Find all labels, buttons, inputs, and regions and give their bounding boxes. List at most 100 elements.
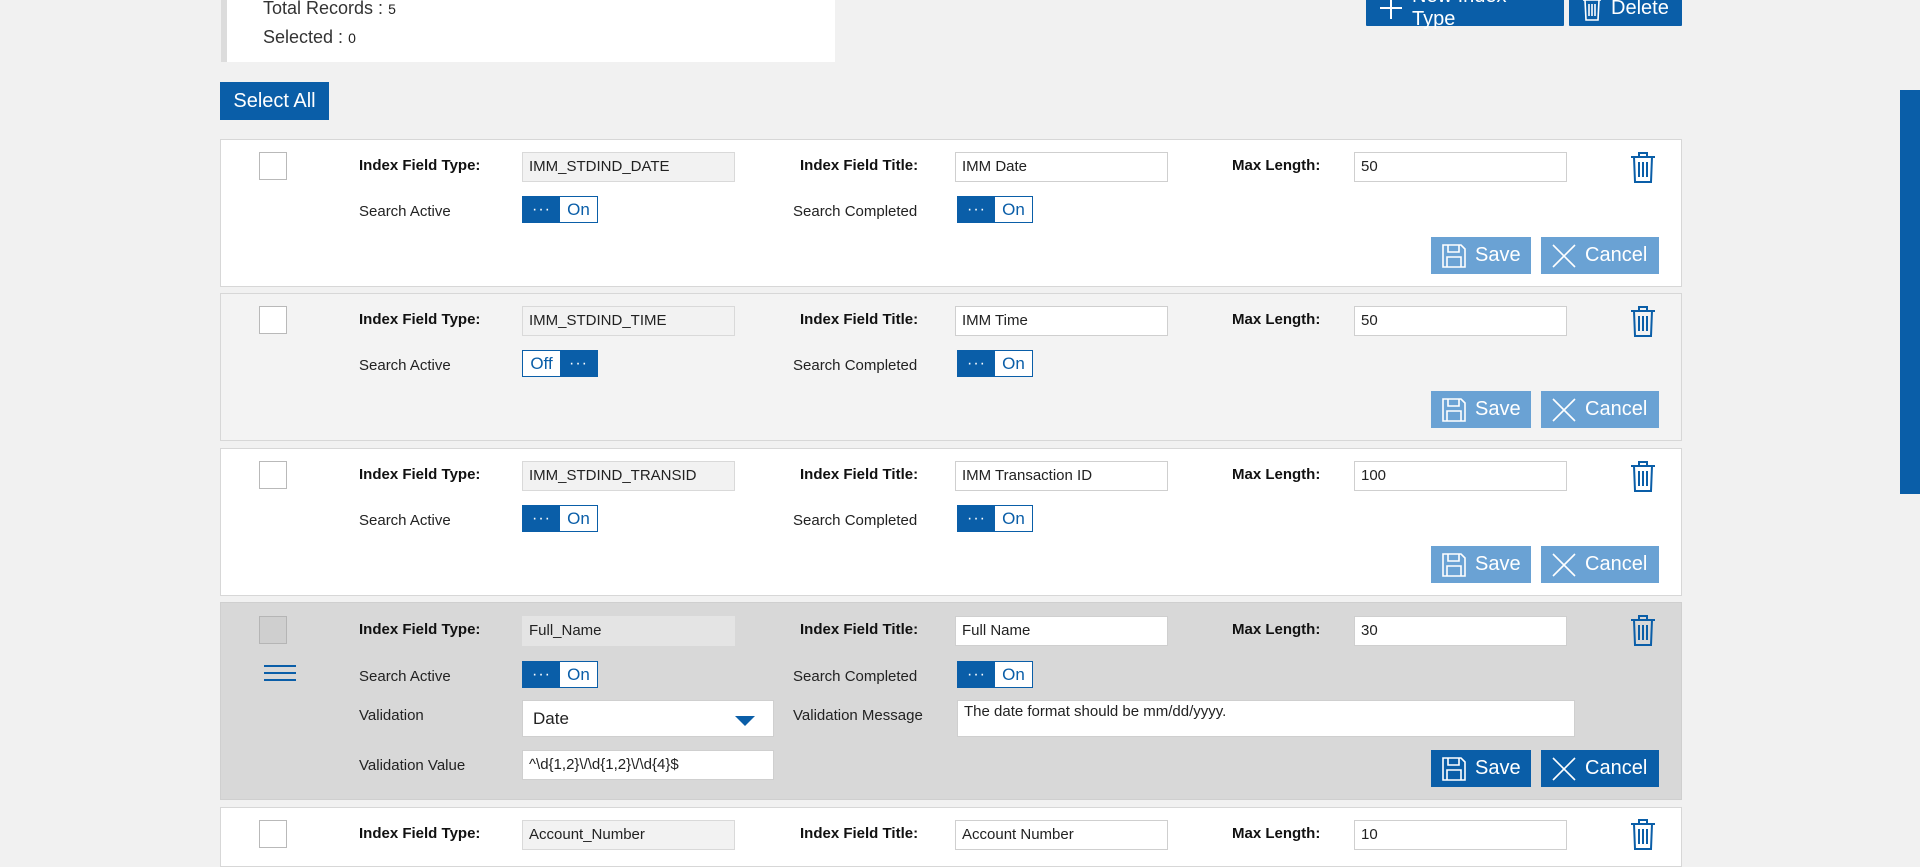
- search-completed-toggle[interactable]: ··· On: [957, 350, 1033, 377]
- search-active-toggle[interactable]: ··· On: [522, 661, 598, 688]
- save-button[interactable]: Save: [1431, 391, 1531, 428]
- selected-value: 0: [348, 30, 356, 46]
- search-completed-label: Search Completed: [793, 512, 918, 529]
- trash-icon[interactable]: [1628, 304, 1658, 338]
- record-checkbox[interactable]: [259, 152, 287, 180]
- toggle-state: On: [1002, 508, 1025, 528]
- index-field-title-label: Index Field Title:: [800, 825, 919, 842]
- index-record-1: Index Field Type: IMM_STDIND_DATE Index …: [220, 139, 1682, 287]
- toggle-handle: ···: [958, 351, 995, 376]
- index-field-title-input[interactable]: Account Number: [955, 820, 1168, 850]
- record-checkbox[interactable]: [259, 306, 287, 334]
- toggle-state: On: [567, 664, 590, 684]
- select-all-label: Select All: [233, 89, 316, 112]
- trash-icon[interactable]: [1628, 150, 1658, 184]
- trash-icon[interactable]: [1628, 459, 1658, 493]
- search-active-toggle[interactable]: ··· On: [522, 505, 598, 532]
- cancel-label: Cancel: [1585, 244, 1648, 266]
- index-field-title-input[interactable]: IMM Transaction ID: [955, 461, 1168, 491]
- save-icon: [1441, 756, 1467, 782]
- max-length-input[interactable]: 50: [1354, 306, 1567, 336]
- toggle-state: On: [567, 199, 590, 219]
- close-icon: [1551, 397, 1577, 423]
- save-label: Save: [1475, 398, 1521, 420]
- toggle-handle: ···: [523, 662, 560, 687]
- delete-label: Delete: [1611, 0, 1669, 19]
- validation-select[interactable]: Date: [522, 700, 774, 737]
- index-field-title-label: Index Field Title:: [800, 621, 919, 638]
- drag-handle-icon[interactable]: [264, 665, 296, 683]
- index-record-2: Index Field Type: IMM_STDIND_TIME Index …: [220, 293, 1682, 441]
- index-field-type-input: Account_Number: [522, 820, 735, 850]
- close-icon: [1551, 756, 1577, 782]
- toggle-state: On: [1002, 664, 1025, 684]
- index-field-type-label: Index Field Type:: [359, 466, 481, 483]
- validation-message-label: Validation Message: [793, 707, 923, 724]
- cancel-button[interactable]: Cancel: [1541, 237, 1659, 274]
- validation-value-input[interactable]: ^\d{1,2}\/\d{1,2}\/\d{4}$: [522, 750, 774, 780]
- record-checkbox[interactable]: [259, 461, 287, 489]
- index-field-title-label: Index Field Title:: [800, 466, 919, 483]
- delete-button[interactable]: Delete: [1569, 0, 1682, 26]
- search-completed-toggle[interactable]: ··· On: [957, 661, 1033, 688]
- save-label: Save: [1475, 244, 1521, 266]
- index-field-title-input[interactable]: IMM Time: [955, 306, 1168, 336]
- cancel-label: Cancel: [1585, 398, 1648, 420]
- cancel-button[interactable]: Cancel: [1541, 546, 1659, 583]
- trash-icon: [1581, 0, 1603, 22]
- toggle-state: On: [1002, 353, 1025, 373]
- validation-selected-value: Date: [533, 708, 569, 728]
- select-all-button[interactable]: Select All: [220, 82, 329, 120]
- toggle-handle: ···: [958, 662, 995, 687]
- toggle-state: On: [1002, 199, 1025, 219]
- total-records: Total Records : 5: [263, 0, 396, 19]
- max-length-input[interactable]: 30: [1354, 616, 1567, 646]
- validation-message-input[interactable]: The date format should be mm/dd/yyyy.: [957, 700, 1575, 737]
- save-button[interactable]: Save: [1431, 750, 1531, 787]
- toggle-handle: ···: [560, 351, 597, 376]
- cancel-label: Cancel: [1585, 553, 1648, 575]
- index-field-type-label: Index Field Type:: [359, 621, 481, 638]
- index-field-type-label: Index Field Type:: [359, 825, 481, 842]
- vertical-scrollbar[interactable]: [1900, 90, 1920, 494]
- record-checkbox[interactable]: [259, 616, 287, 644]
- cancel-button[interactable]: Cancel: [1541, 750, 1659, 787]
- max-length-input[interactable]: 100: [1354, 461, 1567, 491]
- plus-icon: [1378, 0, 1404, 21]
- save-button[interactable]: Save: [1431, 546, 1531, 583]
- search-active-label: Search Active: [359, 668, 451, 685]
- trash-icon[interactable]: [1628, 613, 1658, 647]
- search-active-toggle[interactable]: ··· On: [522, 196, 598, 223]
- save-icon: [1441, 243, 1467, 269]
- cancel-button[interactable]: Cancel: [1541, 391, 1659, 428]
- max-length-input[interactable]: 10: [1354, 820, 1567, 850]
- search-active-toggle[interactable]: Off ···: [522, 350, 598, 377]
- search-completed-toggle[interactable]: ··· On: [957, 196, 1033, 223]
- save-button[interactable]: Save: [1431, 237, 1531, 274]
- max-length-label: Max Length:: [1232, 157, 1321, 174]
- toggle-state: On: [567, 508, 590, 528]
- selected-label: Selected :: [263, 27, 344, 47]
- validation-label: Validation: [359, 707, 424, 724]
- search-active-label: Search Active: [359, 203, 451, 220]
- save-icon: [1441, 552, 1467, 578]
- index-field-title-input[interactable]: Full Name: [955, 616, 1168, 646]
- toggle-handle: ···: [523, 197, 560, 222]
- validation-value-label: Validation Value: [359, 757, 466, 774]
- trash-icon[interactable]: [1628, 817, 1658, 851]
- index-record-5: Index Field Type: Account_Number Index F…: [220, 807, 1682, 867]
- search-completed-toggle[interactable]: ··· On: [957, 505, 1033, 532]
- max-length-input[interactable]: 50: [1354, 152, 1567, 182]
- new-index-type-label: New Index Type: [1412, 0, 1507, 30]
- total-records-label: Total Records :: [263, 0, 384, 18]
- selected-count: Selected : 0: [263, 27, 356, 48]
- max-length-label: Max Length:: [1232, 311, 1321, 328]
- index-field-type-input: IMM_STDIND_TIME: [522, 306, 735, 336]
- max-length-label: Max Length:: [1232, 466, 1321, 483]
- max-length-label: Max Length:: [1232, 825, 1321, 842]
- index-field-title-input[interactable]: IMM Date: [955, 152, 1168, 182]
- max-length-label: Max Length:: [1232, 621, 1321, 638]
- records-summary: Total Records : 5 Selected : 0: [221, 0, 835, 62]
- new-index-type-button[interactable]: New Index Type: [1366, 0, 1564, 30]
- record-checkbox[interactable]: [259, 820, 287, 848]
